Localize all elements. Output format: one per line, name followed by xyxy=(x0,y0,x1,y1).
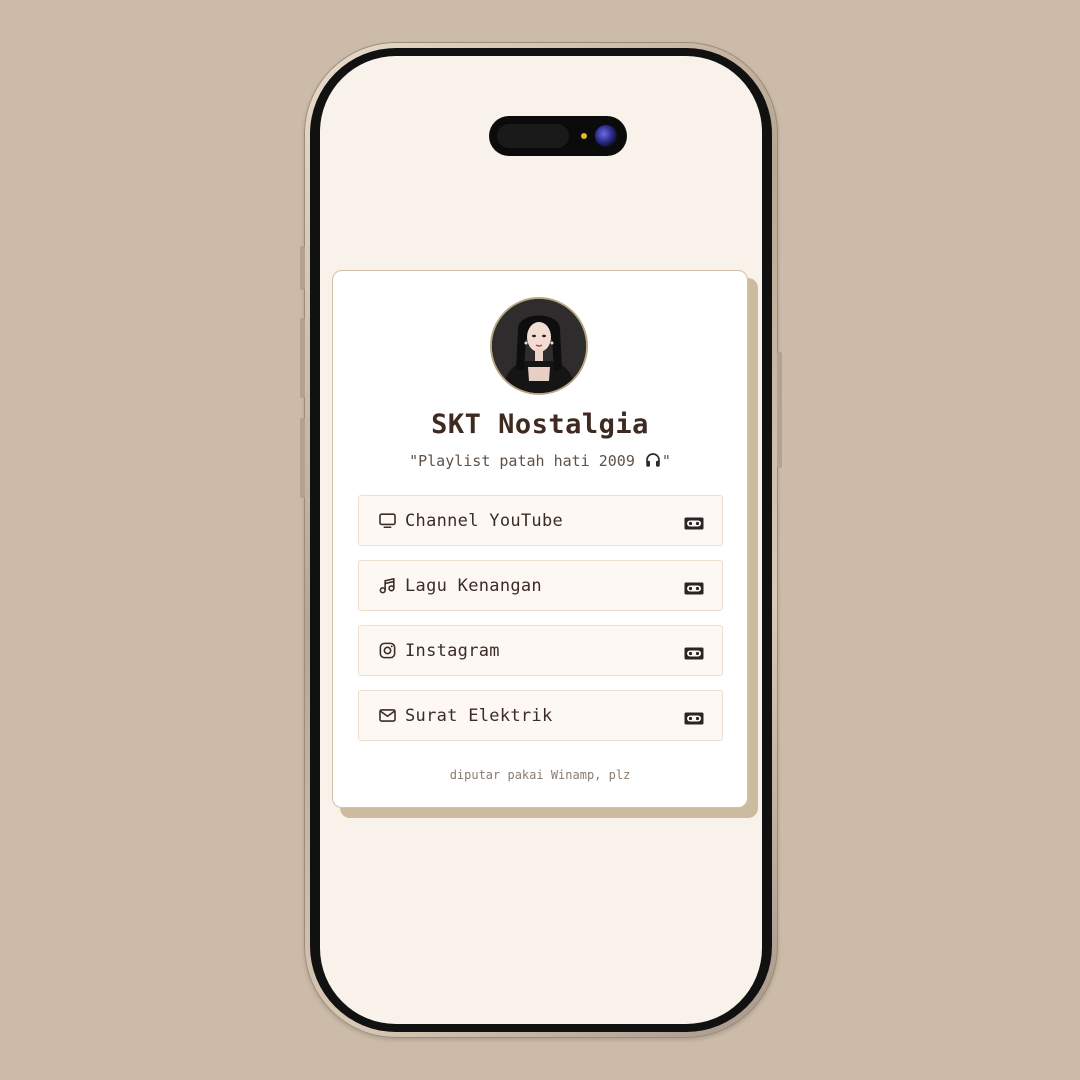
power-button xyxy=(777,352,782,468)
tv-icon xyxy=(377,511,397,531)
tagline-close-quote: " xyxy=(661,452,671,470)
profile-photo-icon xyxy=(492,299,586,393)
music-note-icon xyxy=(377,576,397,596)
cassette-icon xyxy=(684,515,704,530)
link-label: Instagram xyxy=(405,640,500,661)
tagline-text: "Playlist patah hati 2009 xyxy=(409,452,644,470)
footer-note: diputar pakai Winamp, plz xyxy=(449,768,631,782)
profile-card: SKT Nostalgia "Playlist patah hati 2009 … xyxy=(332,270,748,808)
link-instagram[interactable]: Instagram xyxy=(358,625,723,676)
indicator-dot xyxy=(581,133,587,139)
cassette-icon xyxy=(684,710,704,725)
link-label: Channel YouTube xyxy=(405,510,564,531)
island-sensor xyxy=(497,124,569,148)
instagram-icon xyxy=(377,641,397,661)
cassette-icon xyxy=(684,580,704,595)
link-label: Surat Elektrik xyxy=(405,705,553,726)
link-lagu-kenangan[interactable]: Lagu Kenangan xyxy=(358,560,723,611)
link-youtube[interactable]: Channel YouTube xyxy=(358,495,723,546)
link-label: Lagu Kenangan xyxy=(405,575,542,596)
link-list: Channel YouTube Lagu Kenangan Instagram xyxy=(358,495,723,755)
avatar xyxy=(490,297,588,395)
volume-down-button xyxy=(300,418,305,498)
camera-icon xyxy=(595,125,617,147)
mail-icon xyxy=(377,706,397,726)
headphones-icon xyxy=(646,453,660,467)
profile-name: SKT Nostalgia xyxy=(431,409,649,440)
profile-tagline: "Playlist patah hati 2009 " xyxy=(333,451,747,470)
dynamic-island xyxy=(489,116,627,156)
link-surat-elektrik[interactable]: Surat Elektrik xyxy=(358,690,723,741)
cassette-icon xyxy=(684,645,704,660)
action-button xyxy=(300,246,305,290)
volume-up-button xyxy=(300,318,305,398)
